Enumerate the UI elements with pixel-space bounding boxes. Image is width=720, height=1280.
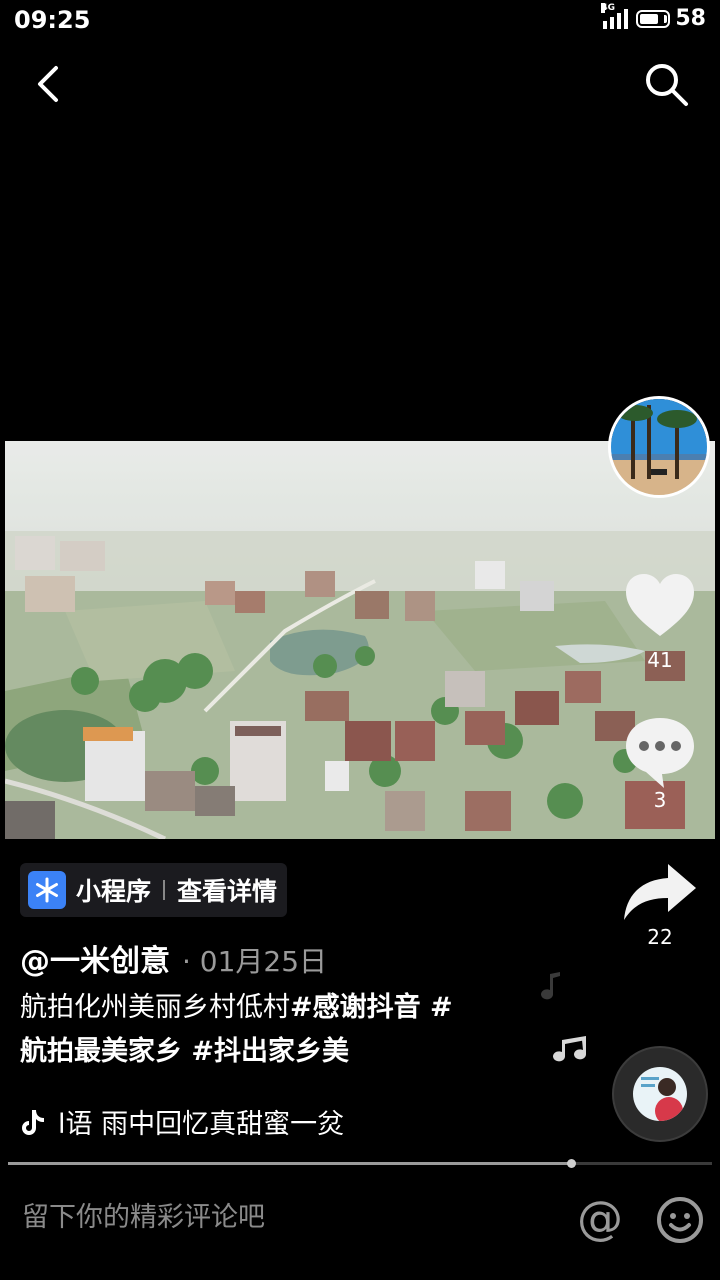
- back-arrow-icon: [38, 66, 58, 102]
- hashtag-thanks[interactable]: #感谢抖音 #: [290, 992, 453, 1023]
- hashtag-hometown[interactable]: 航拍最美家乡 #抖出家乡美: [20, 1036, 349, 1067]
- status-time: 09:25: [14, 6, 91, 34]
- tiktok-note-icon: [22, 1109, 44, 1135]
- post-date: · 01月25日: [182, 945, 328, 978]
- battery-icon: [636, 9, 671, 28]
- caption-text: 航拍化州美丽乡村低村: [20, 992, 290, 1023]
- network-label: 4G: [601, 2, 616, 13]
- music-title: l语 雨中回忆真甜蜜一炃: [58, 1109, 345, 1140]
- share-arrow-icon: [624, 864, 696, 920]
- comment-button[interactable]: [620, 712, 700, 792]
- snowflake-icon: [28, 871, 66, 909]
- caption: 航拍化州美丽乡村低村#感谢抖音 # 航拍最美家乡 #抖出家乡美: [20, 986, 520, 1074]
- signal-icon: 4G: [601, 2, 629, 29]
- comment-count: 3: [653, 788, 667, 812]
- status-icons: 4G 58: [601, 2, 706, 31]
- like-button[interactable]: [620, 566, 700, 646]
- view-details-link[interactable]: 查看详情: [177, 872, 277, 908]
- emoji-button[interactable]: [654, 1194, 706, 1246]
- mini-program-chip[interactable]: 小程序 查看详情: [20, 863, 288, 917]
- music-note-icon: [553, 1036, 587, 1062]
- comment-input[interactable]: [22, 1202, 542, 1233]
- search-icon: [646, 64, 688, 106]
- mini-program-label: 小程序: [76, 877, 152, 906]
- avatar-image: [611, 399, 707, 495]
- comment-icon: [626, 718, 694, 788]
- svg-text:@: @: [577, 1194, 623, 1245]
- video-player[interactable]: [5, 441, 715, 839]
- back-button[interactable]: [26, 60, 74, 108]
- like-count: 41: [647, 648, 673, 672]
- share-count: 22: [647, 925, 673, 949]
- author-row: @一米创意 · 01月25日: [20, 936, 327, 980]
- music-note-icon: [541, 972, 560, 1000]
- share-button[interactable]: [618, 858, 702, 928]
- video-progress-fill: [8, 1162, 571, 1165]
- music-disc[interactable]: [612, 1046, 708, 1142]
- at-sign-icon: @: [577, 1191, 623, 1245]
- emoji-icon: [657, 1197, 703, 1243]
- divider: [163, 880, 166, 900]
- author-name[interactable]: @一米创意: [20, 936, 170, 980]
- music-cover-image: [633, 1067, 687, 1121]
- video-progress-handle[interactable]: [567, 1159, 576, 1168]
- music-info[interactable]: l语 雨中回忆真甜蜜一炃: [20, 1102, 344, 1141]
- heart-icon: [626, 574, 694, 636]
- battery-level: 58: [675, 6, 706, 31]
- aerial-village-image: [5, 441, 715, 839]
- mention-button[interactable]: @: [574, 1191, 626, 1246]
- author-avatar[interactable]: [608, 396, 710, 498]
- search-button[interactable]: [642, 60, 690, 108]
